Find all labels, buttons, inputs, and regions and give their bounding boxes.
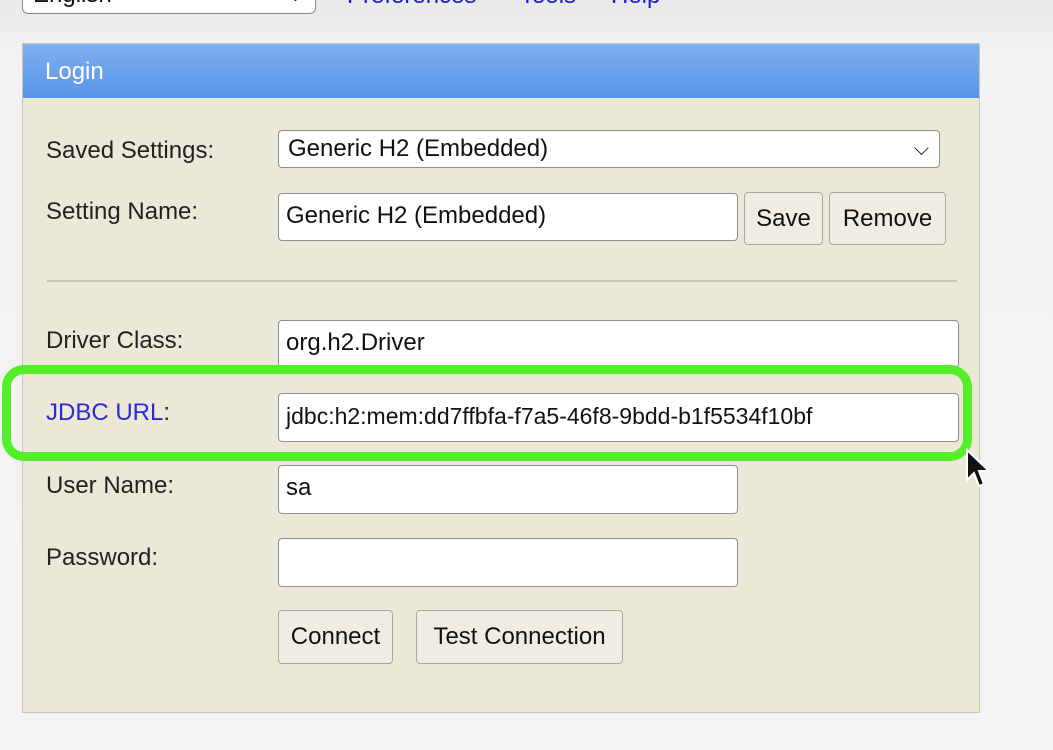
driver-class-field[interactable]: org.h2.Driver [278, 320, 959, 368]
language-select[interactable]: English ⌄ [22, 0, 316, 14]
mouse-cursor-icon [966, 448, 992, 488]
save-button[interactable]: Save [744, 192, 823, 245]
connect-button[interactable]: Connect [278, 610, 393, 664]
user-name-field[interactable]: sa [278, 465, 738, 514]
password-label: Password: [46, 544, 159, 571]
user-name-label: User Name: [46, 472, 175, 499]
chevron-down-icon: ⌵ [913, 138, 929, 160]
remove-button[interactable]: Remove [829, 192, 946, 245]
driver-class-label: Driver Class: [46, 327, 184, 354]
preferences-link[interactable]: Preferences [347, 0, 476, 10]
language-value: English [33, 0, 112, 8]
setting-name-field[interactable]: Generic H2 (Embedded) [278, 193, 738, 241]
test-connection-button[interactable]: Test Connection [416, 610, 623, 664]
saved-settings-select[interactable]: Generic H2 (Embedded) ⌵ [278, 130, 940, 168]
saved-settings-value: Generic H2 (Embedded) [288, 135, 549, 162]
chevron-down-icon: ⌄ [288, 0, 303, 6]
divider [47, 280, 957, 282]
saved-settings-label: Saved Settings: [46, 137, 215, 164]
password-field[interactable] [278, 538, 738, 587]
tools-link[interactable]: Tools [520, 0, 576, 10]
login-title: Login [23, 44, 979, 98]
setting-name-label: Setting Name: [46, 198, 199, 225]
help-link[interactable]: Help [611, 0, 660, 10]
jdbc-url-highlight [2, 365, 972, 461]
